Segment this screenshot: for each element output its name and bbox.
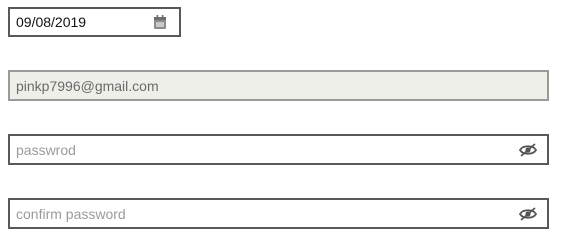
- confirm-password-field[interactable]: confirm password: [8, 198, 549, 229]
- eye-slash-icon[interactable]: [517, 139, 539, 161]
- date-value[interactable]: 09/08/2019: [10, 14, 149, 30]
- email-value: pinkp7996@gmail.com: [16, 77, 159, 94]
- email-field: pinkp7996@gmail.com: [8, 70, 549, 101]
- password-placeholder[interactable]: passwrod: [10, 142, 517, 158]
- date-field[interactable]: 09/08/2019: [8, 7, 181, 37]
- calendar-icon[interactable]: [149, 11, 171, 33]
- eye-slash-icon[interactable]: [517, 203, 539, 225]
- password-field[interactable]: passwrod: [8, 134, 549, 165]
- confirm-password-placeholder[interactable]: confirm password: [10, 206, 517, 222]
